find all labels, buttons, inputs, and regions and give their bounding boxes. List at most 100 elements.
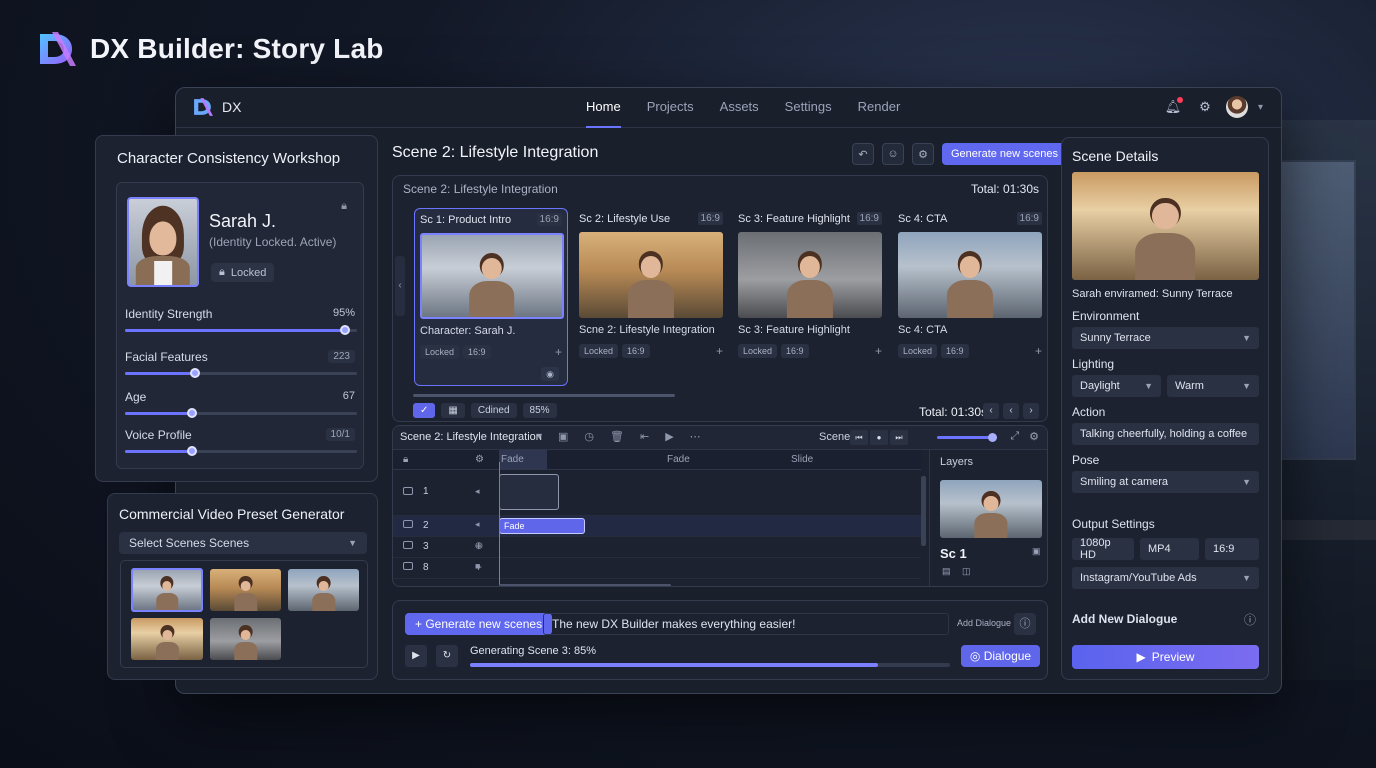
lighting-select-a[interactable]: Daylight ▼ (1072, 375, 1161, 397)
generate-scenes-button[interactable]: Generate new scenes (942, 143, 1068, 165)
grid-icon[interactable]: ▦ (441, 403, 465, 418)
nav-settings[interactable]: Settings (785, 88, 832, 128)
generate-new-scenes-button[interactable]: + Generate new scenes (405, 613, 553, 635)
scene-select[interactable]: Select Scenes Scenes ▼ (119, 532, 367, 554)
add-icon[interactable]: + (1035, 344, 1042, 358)
timeline-scrollbar[interactable] (499, 584, 671, 586)
ratio-select[interactable]: 16:9 (1205, 538, 1259, 560)
resolution-select[interactable]: 1080p HD (1072, 537, 1134, 561)
settings-icon[interactable]: ⚙ (1029, 430, 1039, 443)
strip-scrollbar[interactable] (413, 394, 675, 397)
face-icon[interactable]: ☺ (882, 143, 904, 165)
chevron-down-icon[interactable]: ▾ (1258, 102, 1263, 113)
clock-icon[interactable]: ◷ (584, 430, 594, 443)
nav-render[interactable]: Render (858, 88, 901, 128)
check-icon[interactable]: ✓ (413, 403, 436, 418)
play-icon[interactable]: ▶ (405, 645, 427, 667)
gear-icon[interactable]: ⚙ (1194, 96, 1216, 118)
mini-logo[interactable]: DX (192, 96, 241, 118)
voice-profile-slider[interactable]: Voice Profile 10/1 (125, 428, 357, 456)
add-dialogue-label[interactable]: Add Dialogue (957, 618, 1011, 628)
audio-icon[interactable]: ◂ (475, 486, 480, 497)
play-icon[interactable]: ▶ (665, 430, 673, 443)
slider-knob[interactable] (187, 408, 198, 418)
chevron-right-icon[interactable]: › (1023, 403, 1039, 419)
nav-assets[interactable]: Assets (720, 88, 759, 128)
layer-thumbnail[interactable] (940, 480, 1042, 538)
undo-icon[interactable]: ↶ (852, 143, 874, 165)
audio-icon[interactable]: ◂ (475, 519, 480, 530)
character-portrait[interactable] (127, 197, 199, 287)
preset-thumb[interactable] (131, 618, 203, 660)
bell-icon[interactable]: 🔔︎ (1162, 96, 1184, 118)
combined-toggle[interactable]: Cdined (470, 403, 517, 418)
chevron-down-icon[interactable]: ▼ (535, 431, 544, 441)
add-icon[interactable]: + (555, 345, 562, 359)
slider-knob[interactable] (340, 325, 351, 335)
chevron-left-icon[interactable]: ‹ (983, 403, 999, 419)
slider-knob[interactable] (187, 446, 198, 456)
add-icon[interactable]: + (716, 344, 723, 358)
scene-card-4[interactable]: Sc 4: CTA 16:9 Sc 4: CTA Locked 16:9 + (893, 208, 1047, 386)
next-icon[interactable]: ⏭ (890, 430, 908, 445)
scene-card-3[interactable]: Sc 3: Feature Highlight 16:9 Sc 3: Featu… (733, 208, 887, 386)
skip-back-icon[interactable]: ⇤ (640, 430, 649, 443)
chevron-left-icon[interactable]: ‹ (395, 256, 405, 316)
video-icon[interactable]: ◫ (962, 566, 971, 577)
dialogue-input[interactable]: The new DX Builder makes everything easi… (543, 613, 949, 635)
settings-icon[interactable]: ⚙ (475, 454, 484, 465)
zoom-slider[interactable] (937, 433, 997, 442)
settings-icon[interactable]: ⚙ (912, 143, 934, 165)
identity-strength-slider[interactable]: Identity Strength 95% (125, 307, 357, 335)
track-row-2[interactable]: 2 ◂ Fade (393, 516, 921, 537)
preset-thumb[interactable] (288, 569, 359, 611)
preview-button[interactable]: ▶ Preview (1072, 645, 1259, 669)
add-icon[interactable]: + (875, 344, 882, 358)
slider-knob[interactable] (189, 368, 200, 378)
pose-select[interactable]: Smiling at camera ▼ (1072, 471, 1259, 493)
scene-card-2[interactable]: Sc 2: Lifestyle Use 16:9 Scne 2: Lifesty… (574, 208, 728, 386)
lock-toggle-icon[interactable]: 🔒︎ (335, 197, 353, 215)
lock-icon[interactable]: 🔒︎ (403, 454, 408, 465)
prev-icon[interactable]: ⏮ (850, 430, 868, 445)
loop-icon[interactable]: ⋯ (690, 430, 701, 443)
info-icon[interactable]: ⓘ (1244, 611, 1256, 628)
track-row-1[interactable]: 1 ◂ (393, 470, 921, 516)
record-icon[interactable]: ● (870, 430, 888, 445)
zoom-value[interactable]: 85% (522, 403, 557, 418)
lighting-select-b[interactable]: Warm ▼ (1167, 375, 1259, 397)
playhead[interactable] (499, 462, 500, 586)
split-icon[interactable]: ▣ (558, 430, 568, 443)
add-icon[interactable]: + (475, 560, 482, 574)
refresh-icon[interactable]: ↻ (436, 645, 458, 667)
chevron-left-icon[interactable]: ‹ (1003, 403, 1019, 419)
timeline-clip[interactable] (499, 474, 559, 510)
preset-thumb[interactable] (210, 569, 281, 611)
dialogue-button[interactable]: ◎ Dialogue (961, 645, 1040, 667)
expand-icon[interactable]: ⤢ (1010, 430, 1019, 443)
track-row-3[interactable]: 3 ◍ + (393, 537, 921, 558)
eye-icon[interactable]: ◉ (541, 367, 559, 381)
camera-icon[interactable]: ▣ (1032, 546, 1041, 557)
facial-features-slider[interactable]: Facial Features 223 (125, 350, 357, 378)
list-icon[interactable]: ▤ (942, 566, 951, 577)
action-input[interactable]: Talking cheerfully, holding a coffee (1072, 423, 1259, 445)
timeline-title[interactable]: Scene 2: Lifestyle Integration (400, 431, 542, 443)
nav-home[interactable]: Home (586, 88, 621, 128)
preset-thumb[interactable] (131, 568, 203, 612)
scene-preview-image[interactable] (1072, 172, 1259, 280)
preset-thumb[interactable] (210, 618, 281, 660)
age-slider[interactable]: Age 67 (125, 390, 357, 418)
add-icon[interactable]: + (475, 539, 482, 553)
platform-select[interactable]: Instagram/YouTube Ads ▼ (1072, 567, 1259, 589)
info-icon[interactable]: ⓘ (1014, 613, 1036, 635)
trash-icon[interactable]: 🗑︎ (610, 430, 624, 443)
locked-badge[interactable]: 🔒︎ Locked (211, 263, 275, 282)
zoom-knob[interactable] (988, 433, 997, 442)
avatar[interactable] (1225, 96, 1248, 118)
fade-clip[interactable]: Fade (499, 518, 585, 534)
scene-card-1[interactable]: Sc 1: Product Intro 16:9 Character: Sara… (414, 208, 568, 386)
environment-select[interactable]: Sunny Terrace ▼ (1072, 327, 1259, 349)
nav-projects[interactable]: Projects (647, 88, 694, 128)
track-scrollbar[interactable] (921, 476, 926, 546)
